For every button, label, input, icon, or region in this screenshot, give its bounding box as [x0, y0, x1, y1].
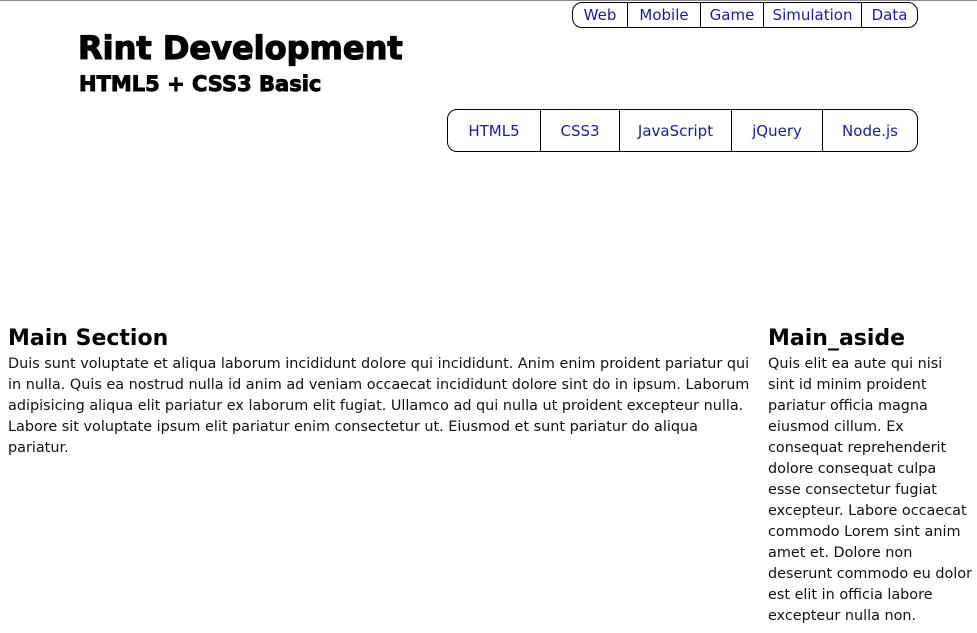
top-nav-item-game[interactable]: Game	[701, 3, 764, 27]
top-nav-item-simulation[interactable]: Simulation	[764, 3, 862, 27]
section-nav: HTML5 CSS3 JavaScript jQuery Node.js	[447, 109, 918, 152]
section-nav-item-css3[interactable]: CSS3	[541, 110, 620, 151]
site-title: Rint Development	[77, 28, 403, 67]
main-section-heading: Main Section	[8, 326, 169, 351]
section-nav-item-nodejs[interactable]: Node.js	[823, 110, 917, 151]
main-section-text: Duis sunt voluptate et aliqua laborum in…	[8, 356, 750, 456]
main-aside: Main_aside Quis elit ea aute qui nisi si…	[768, 324, 972, 627]
main-section: Main Section Duis sunt voluptate et aliq…	[8, 324, 756, 459]
section-nav-item-javascript[interactable]: JavaScript	[620, 110, 732, 151]
top-nav-item-data[interactable]: Data	[862, 3, 917, 27]
section-nav-item-html5[interactable]: HTML5	[448, 110, 541, 151]
top-nav: Web Mobile Game Simulation Data	[572, 2, 918, 28]
section-nav-item-jquery[interactable]: jQuery	[732, 110, 823, 151]
site-subtitle: HTML5 + CSS3 Basic	[79, 72, 322, 97]
main-aside-heading: Main_aside	[768, 326, 906, 351]
top-nav-item-web[interactable]: Web	[573, 3, 628, 27]
main-aside-text: Quis elit ea aute qui nisi sint id minim…	[768, 356, 972, 624]
top-nav-item-mobile[interactable]: Mobile	[628, 3, 701, 27]
